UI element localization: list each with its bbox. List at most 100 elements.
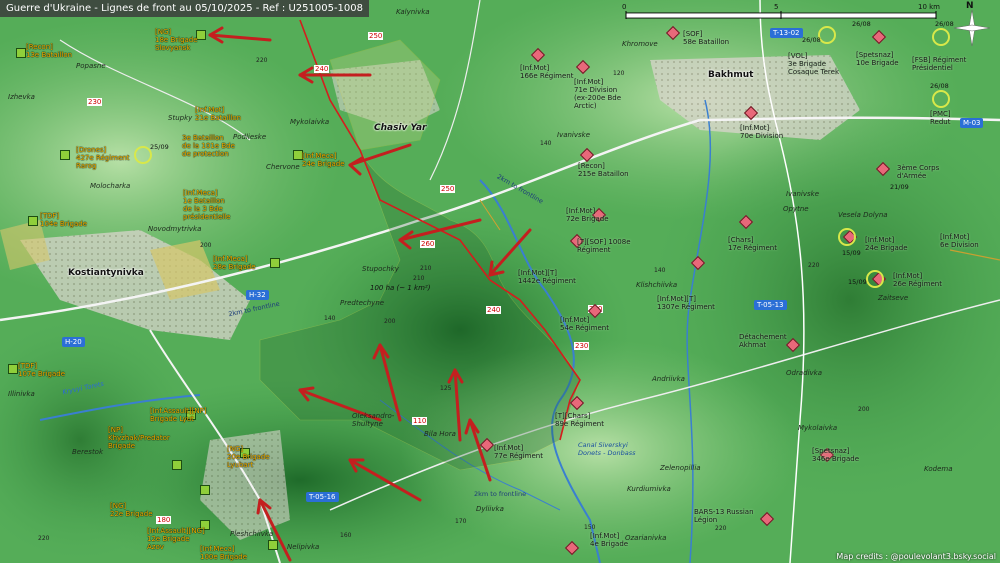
ukraine-unit-marker[interactable] bbox=[60, 150, 70, 160]
ukraine-unit-label[interactable]: [Inf.Mot] 21e Bataillon bbox=[195, 106, 241, 122]
town-kurdiumivka: Kurdiumivka bbox=[627, 485, 671, 493]
town-ozarianivka: Ozarianivka bbox=[625, 534, 667, 542]
town-nelipivka: Nelipivka bbox=[287, 543, 320, 551]
capture-date: 26/08 bbox=[930, 82, 949, 90]
russia-unit-label[interactable]: [Inf.Mot] 166e Régiment bbox=[520, 64, 573, 80]
elevation-label: 200 bbox=[384, 318, 396, 325]
russia-unit-label[interactable]: [Spetsnaz] 10e Brigade bbox=[856, 51, 899, 67]
road-t-05-16: T-05-16 bbox=[306, 492, 339, 502]
elevation-label: 170 bbox=[455, 518, 467, 525]
town-odradivka: Odradivka bbox=[786, 369, 822, 377]
capture-marker bbox=[932, 28, 950, 46]
russia-unit-label[interactable]: [Inf.Mot] 4e Brigade bbox=[590, 532, 628, 548]
russia-unit-label[interactable]: [Inf.Mot] 71e Division (ex-200e Bde Arct… bbox=[574, 78, 621, 110]
ukraine-unit-label[interactable]: [NG] 22e Brigade bbox=[110, 502, 153, 518]
capture-date: 25/09 bbox=[150, 143, 169, 151]
ukraine-unit-label[interactable]: [Recon] 13e Bataillon bbox=[26, 43, 72, 59]
town-bila-hora: Bila Hora bbox=[424, 430, 456, 438]
town-mykolaivka: Mykolaivka bbox=[290, 118, 330, 126]
city-chasiv-yar[interactable]: Chasiv Yar bbox=[374, 123, 427, 133]
elevation-label: 250 bbox=[440, 185, 456, 193]
russia-unit-label[interactable]: [Inf.Mot] 24e Brigade bbox=[865, 236, 908, 252]
town-kalynivka: Kalynivka bbox=[396, 8, 430, 16]
scale-bar: 0 5 10 km bbox=[622, 3, 942, 23]
ukraine-unit-marker[interactable] bbox=[16, 48, 26, 58]
town-zaitseve: Zaitseve bbox=[878, 294, 909, 302]
ukraine-unit-label[interactable]: [Inf.Meca] 28e Brigade bbox=[213, 255, 256, 271]
ukraine-unit-marker[interactable] bbox=[268, 540, 278, 550]
russia-unit-label[interactable]: [Recon] 215e Bataillon bbox=[578, 162, 629, 178]
canal-label: Canal Siverskyi Donets - Donbass bbox=[578, 441, 636, 457]
town-ivanivske-east: Ivanivske bbox=[786, 190, 820, 198]
ukraine-unit-marker[interactable] bbox=[200, 485, 210, 495]
town-illinivka: Illinivka bbox=[8, 390, 35, 398]
russia-unit-label[interactable]: [T][Chars] 89e Régiment bbox=[555, 412, 604, 428]
capture-marker bbox=[866, 270, 884, 288]
ukraine-unit-label[interactable]: [NP] Khyzhak/Predator Brigade bbox=[108, 426, 170, 450]
capture-date: 15/09 bbox=[842, 249, 861, 257]
ukraine-unit-label[interactable]: [TDF] 107e Brigade bbox=[18, 362, 65, 378]
russia-unit-label[interactable]: BARS-13 Russian Légion bbox=[694, 508, 754, 524]
russia-unit-label[interactable]: [SOF] 58e Bataillon bbox=[683, 30, 729, 46]
elevation-label: 230 bbox=[574, 342, 590, 350]
map-credits: Map credits : @poulevolant3.bsky.social bbox=[836, 552, 996, 561]
russia-unit-label[interactable]: [VOL] 3e Brigade Cosaque Terek bbox=[788, 52, 839, 76]
town-stupky: Stupky bbox=[168, 114, 193, 122]
city-kostiantynivka[interactable]: Kostiantynivka bbox=[68, 268, 144, 278]
elevation-label: 160 bbox=[340, 532, 352, 539]
ukraine-unit-marker[interactable] bbox=[28, 216, 38, 226]
elevation-label: 220 bbox=[256, 57, 268, 64]
ukraine-unit-label[interactable]: 3e Bataillon de la 101e Bde de protectio… bbox=[182, 134, 235, 158]
russia-unit-label[interactable]: [FSB] Régiment Présidentiel bbox=[912, 56, 966, 72]
town-khromove: Khromove bbox=[622, 40, 658, 48]
road-t-13-02: T-13-02 bbox=[770, 28, 803, 38]
russia-unit-label[interactable]: [Spetsnaz] 346e Brigade bbox=[812, 447, 859, 463]
ukraine-unit-label[interactable]: [Drones] 427e Régiment Rarog bbox=[76, 146, 129, 170]
north-arrow: N bbox=[950, 1, 994, 50]
town-dyliivka: Dyliivka bbox=[476, 505, 504, 513]
scale-label-0: 0 bbox=[622, 3, 627, 11]
russia-unit-label[interactable]: [Inf.Mot][T] 1307e Régiment bbox=[657, 295, 715, 311]
town-pleshchiivka: Pleshchiivka bbox=[230, 530, 274, 538]
elevation-label: 240 bbox=[314, 65, 330, 73]
ukraine-unit-label[interactable]: [Inf.Meca] 100e Brigade bbox=[200, 545, 247, 561]
elevation-label: 240 bbox=[486, 306, 502, 314]
ukraine-unit-label[interactable]: [NG] 20e Brigade Lyubart bbox=[227, 445, 270, 469]
town-oleksandro-shultyne: Oleksandro- Shultyne bbox=[352, 412, 395, 428]
ukraine-unit-marker[interactable] bbox=[270, 258, 280, 268]
compass-icon bbox=[953, 9, 991, 47]
ukraine-unit-label[interactable]: [Inf.Meca] 1e Bataillon de la 3 Bde prés… bbox=[183, 189, 230, 221]
battle-map[interactable]: Guerre d'Ukraine - Lignes de front au 05… bbox=[0, 0, 1000, 563]
russia-unit-label[interactable]: [Inf.Mot] 6e Division bbox=[940, 233, 979, 249]
ukraine-unit-marker[interactable] bbox=[8, 364, 18, 374]
russia-unit-label[interactable]: [Inf.Mot] 54e Régiment bbox=[560, 316, 609, 332]
russia-unit-label[interactable]: [Inf.Mot] 77e Régiment bbox=[494, 444, 543, 460]
town-opytne: Opytne bbox=[783, 205, 809, 213]
russia-unit-label[interactable]: 3ème Corps d'Armée bbox=[897, 164, 939, 180]
ukraine-unit-label[interactable]: [Inf.Assault][NP] Brigade Lyut bbox=[150, 407, 207, 423]
russia-unit-label[interactable]: Détachement Akhmat bbox=[739, 333, 787, 349]
russia-unit-label[interactable]: [PMC] Redut bbox=[930, 110, 951, 126]
map-title: Guerre d'Ukraine - Lignes de front au 05… bbox=[0, 0, 369, 17]
town-mykolaivka-east: Mykolaivka bbox=[798, 424, 838, 432]
area-note: 100 ha (~ 1 km²) bbox=[370, 284, 431, 292]
ukraine-unit-label[interactable]: [NG] 18e Brigade Slovyansk bbox=[155, 28, 198, 52]
elevation-label: 140 bbox=[654, 267, 666, 274]
town-novodmytrivka: Novodmytrivka bbox=[148, 225, 202, 233]
elevation-label: 140 bbox=[540, 140, 552, 147]
city-bakhmut[interactable]: Bakhmut bbox=[708, 70, 753, 80]
russia-unit-label[interactable]: [Chars] 17e Régiment bbox=[728, 236, 777, 252]
ukraine-unit-label[interactable]: [TDF] 104e Brigade bbox=[40, 212, 87, 228]
ukraine-unit-marker[interactable] bbox=[172, 460, 182, 470]
elevation-label: 220 bbox=[38, 535, 50, 542]
ukraine-unit-label[interactable]: [Inf.Meca] 24e Brigade bbox=[302, 152, 345, 168]
russia-unit-label[interactable]: [Inf.Mot] 72e Brigade bbox=[566, 207, 609, 223]
russia-unit-label[interactable]: [T][SOF] 1008e Régiment bbox=[577, 238, 631, 254]
ukraine-unit-label[interactable]: [Inf.Assault][NG] 12e Brigade Azov bbox=[147, 527, 205, 551]
road-t-05-13: T-05-13 bbox=[754, 300, 787, 310]
russia-unit-label[interactable]: [Inf.Mot][T] 1442e Régiment bbox=[518, 269, 576, 285]
russia-unit-label[interactable]: [Inf.Mot] 26e Régiment bbox=[893, 272, 942, 288]
capture-marker bbox=[838, 228, 856, 246]
russia-unit-label[interactable]: [Inf.Mot] 70e Division bbox=[740, 124, 783, 140]
town-stupochky: Stupochky bbox=[362, 265, 399, 273]
